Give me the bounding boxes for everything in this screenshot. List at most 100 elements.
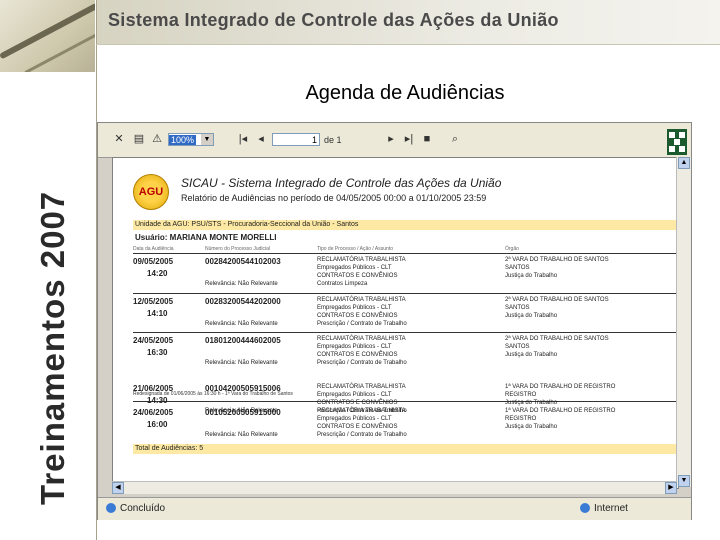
action-subject: Empregados Públicos - CLT xyxy=(317,392,392,398)
close-icon[interactable]: ✕ xyxy=(112,132,126,146)
agu-logo: AGU xyxy=(133,174,169,210)
column-header: Data da Audiência xyxy=(133,246,174,252)
city: REGISTRO xyxy=(505,392,537,398)
find-icon[interactable]: ⌕ xyxy=(448,132,462,146)
viewer-toolbar: ✕ ▤ ⚠ 100% ▼ |◂ ◂ 1 de 1 ▸ ▸| ■ ⌕ xyxy=(98,123,691,158)
action-subject: Prescrição / Contrato de Trabalho xyxy=(317,321,407,327)
user-label: Usuário: MARIANA MONTE MORELLI xyxy=(135,233,277,242)
process-number: 00104200505915006 xyxy=(205,384,281,393)
court: 2ª VARA DO TRABALHO DE SANTOS xyxy=(505,257,609,263)
chevron-down-icon[interactable]: ▼ xyxy=(201,134,213,145)
action-subject: Empregados Públicos - CLT xyxy=(317,344,392,350)
hearing-time: 14:30 xyxy=(147,396,168,405)
process-number: 00105200505915000 xyxy=(205,408,281,417)
action-subject: Prescrição / Contrato de Trabalho xyxy=(317,432,407,438)
action-type: RECLAMATÓRIA TRABALHISTA xyxy=(317,336,406,342)
action-type: RECLAMATÓRIA TRABALHISTA xyxy=(317,297,406,303)
action-type: RECLAMATÓRIA TRABALHISTA xyxy=(317,384,406,390)
hearing-date: 24/06/2005 xyxy=(133,408,174,417)
row-separator xyxy=(133,332,678,333)
export-icon[interactable]: ⚠ xyxy=(150,132,164,146)
slide-title: Agenda de Audiências xyxy=(305,82,505,104)
justice: Justiça do Trabalho xyxy=(505,424,558,430)
internet-zone-icon xyxy=(580,503,590,514)
hearing-time: 14:20 xyxy=(147,269,168,278)
action-subject: Empregados Públicos - CLT xyxy=(317,265,392,271)
status-text: Concluído xyxy=(120,503,166,514)
relevance: Relevância: Não Relevante xyxy=(205,432,278,438)
court: 1ª VARA DO TRABALHO DE REGISTRO xyxy=(505,384,616,390)
justice: Justiça do Trabalho xyxy=(505,273,558,279)
hearing-date: 24/05/2005 xyxy=(133,336,174,345)
report-document: AGU SICAU - Sistema Integrado de Control… xyxy=(112,157,679,489)
row-separator xyxy=(133,293,678,294)
city: SANTOS xyxy=(505,305,530,311)
horizontal-scrollbar[interactable]: ◀ ▶ xyxy=(112,481,677,494)
row-separator xyxy=(133,401,678,402)
column-header: Órgão xyxy=(505,246,519,252)
relevance: Relevância: Não Relevante xyxy=(205,281,278,287)
row-separator xyxy=(133,253,678,254)
hearing-time: 16:00 xyxy=(147,420,168,429)
relevance: Relevância: Não Relevante xyxy=(205,360,278,366)
previous-page-icon[interactable]: ◂ xyxy=(254,132,268,146)
stop-icon[interactable]: ■ xyxy=(420,132,434,146)
action-subject: Empregados Públicos - CLT xyxy=(317,416,392,422)
print-icon[interactable]: ▤ xyxy=(132,132,146,146)
action-type: RECLAMATÓRIA TRABALHISTA xyxy=(317,408,406,414)
action-subject: CONTRATOS E CONVÊNIOS xyxy=(317,424,398,430)
scroll-up-icon[interactable]: ▲ xyxy=(678,157,690,169)
page-icon xyxy=(106,503,116,514)
process-number: 00284200544102003 xyxy=(205,257,281,266)
action-subject: CONTRATOS E CONVÊNIOS xyxy=(317,400,398,406)
first-page-icon[interactable]: |◂ xyxy=(236,132,250,146)
action-subject: CONTRATOS E CONVÊNIOS xyxy=(317,273,398,279)
justice: Justiça do Trabalho xyxy=(505,313,558,319)
status-bar: Concluído Internet xyxy=(98,497,691,520)
browser-logo-icon xyxy=(667,129,687,155)
hearing-date: 09/05/2005 xyxy=(133,257,174,266)
action-subject: Contratos Limpeza xyxy=(317,281,368,287)
court: 2ª VARA DO TRABALHO DE SANTOS xyxy=(505,336,609,342)
report-title: SICAU - Sistema Integrado de Controle da… xyxy=(181,176,502,190)
city: SANTOS xyxy=(505,344,530,350)
next-page-icon[interactable]: ▸ xyxy=(384,132,398,146)
scroll-left-icon[interactable]: ◀ xyxy=(112,482,124,494)
zone-text: Internet xyxy=(594,503,628,514)
column-header: Tipo de Processo / Ação / Assunto xyxy=(317,246,393,252)
relevance: Relevância: Não Relevante xyxy=(205,321,278,327)
page-number-input[interactable]: 1 xyxy=(272,133,320,146)
vertical-scrollbar[interactable]: ▲ ▼ xyxy=(676,157,691,487)
court: 1ª VARA DO TRABALHO DE REGISTRO xyxy=(505,408,616,414)
action-subject: CONTRATOS E CONVÊNIOS xyxy=(317,313,398,319)
justice: Justiça do Trabalho xyxy=(505,400,558,406)
zoom-select[interactable]: 100% ▼ xyxy=(168,133,214,146)
scroll-down-icon[interactable]: ▼ xyxy=(678,475,690,487)
total-band: Total de Audiências: 5 xyxy=(133,444,678,454)
last-page-icon[interactable]: ▸| xyxy=(402,132,416,146)
action-subject: Prescrição / Contrato de Trabalho xyxy=(317,360,407,366)
report-viewer-window: ✕ ▤ ⚠ 100% ▼ |◂ ◂ 1 de 1 ▸ ▸| ■ ⌕ AGU SIC… xyxy=(97,122,692,520)
header-title: Sistema Integrado de Controle das Ações … xyxy=(108,10,559,30)
process-number: 00283200544202000 xyxy=(205,297,281,306)
action-type: RECLAMATÓRIA TRABALHISTA xyxy=(317,257,406,263)
process-number: 01801200444602005 xyxy=(205,336,281,345)
page-count-label: de 1 xyxy=(324,135,342,145)
scroll-right-icon[interactable]: ▶ xyxy=(665,482,677,494)
justice: Justiça do Trabalho xyxy=(505,352,558,358)
court: 2ª VARA DO TRABALHO DE SANTOS xyxy=(505,297,609,303)
hearing-time: 16:30 xyxy=(147,348,168,357)
column-header: Número do Processo Judicial xyxy=(205,246,271,252)
divider-horizontal xyxy=(96,44,720,45)
hearing-time: 14:10 xyxy=(147,309,168,318)
corner-logo-image xyxy=(0,0,95,72)
hearing-date: 12/05/2005 xyxy=(133,297,174,306)
action-subject: Empregados Públicos - CLT xyxy=(317,305,392,311)
action-subject: CONTRATOS E CONVÊNIOS xyxy=(317,352,398,358)
report-period: Relatório de Audiências no período de 04… xyxy=(181,193,487,203)
city: SANTOS xyxy=(505,265,530,271)
unit-band: Unidade da AGU: PSU/STS - Procuradoria-S… xyxy=(133,220,678,230)
hearing-date: 21/06/2005 xyxy=(133,384,174,393)
city: REGISTRO xyxy=(505,416,537,422)
side-label: Treinamentos 2007 xyxy=(34,190,71,505)
